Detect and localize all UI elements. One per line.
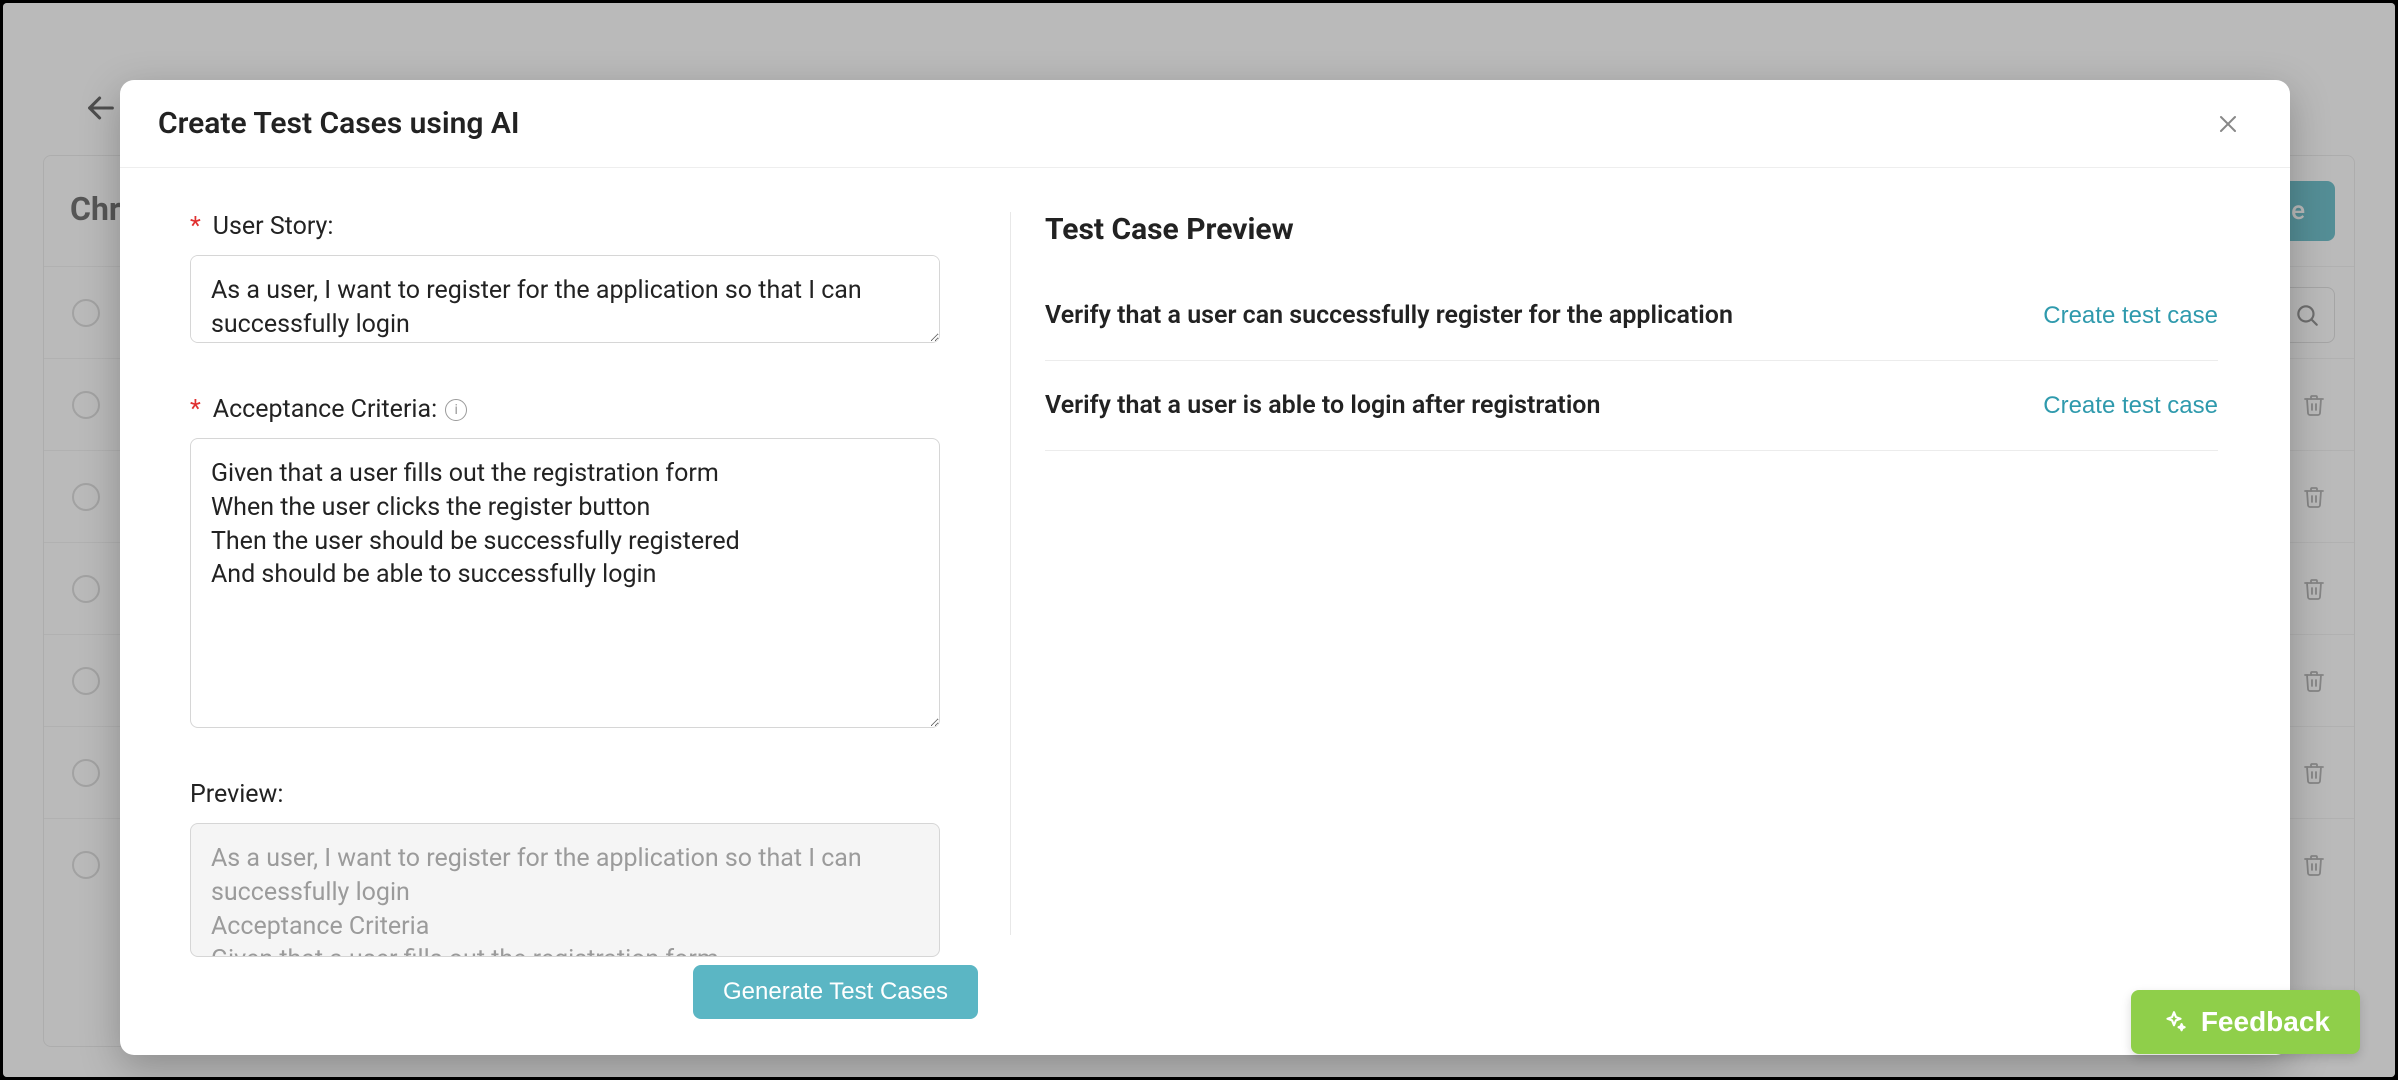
preview-box: As a user, I want to register for the ap… bbox=[190, 823, 940, 957]
test-case-title: Verify that a user can successfully regi… bbox=[1045, 301, 1733, 330]
feedback-label: Feedback bbox=[2201, 1006, 2330, 1038]
required-asterisk: * bbox=[190, 395, 201, 424]
close-icon bbox=[2216, 112, 2240, 136]
create-test-case-link[interactable]: Create test case bbox=[2043, 392, 2218, 420]
user-story-input[interactable] bbox=[190, 255, 940, 343]
create-test-case-link[interactable]: Create test case bbox=[2043, 302, 2218, 330]
preview-column: Test Case Preview Verify that a user can… bbox=[1011, 168, 2290, 1055]
info-icon[interactable]: i bbox=[445, 399, 467, 421]
test-case-row: Verify that a user is able to login afte… bbox=[1045, 361, 2218, 451]
test-case-preview-heading: Test Case Preview bbox=[1045, 212, 2218, 247]
form-column: * User Story: * Acceptance Criteria: i P… bbox=[120, 168, 1010, 1055]
create-test-cases-modal: Create Test Cases using AI * User Story:… bbox=[120, 80, 2290, 1055]
modal-title: Create Test Cases using AI bbox=[158, 106, 520, 141]
feedback-button[interactable]: Feedback bbox=[2131, 990, 2360, 1054]
preview-label: Preview: bbox=[190, 780, 978, 809]
sparkle-icon bbox=[2161, 1009, 2187, 1035]
test-case-row: Verify that a user can successfully regi… bbox=[1045, 287, 2218, 361]
required-asterisk: * bbox=[190, 212, 201, 241]
close-button[interactable] bbox=[2210, 106, 2246, 142]
modal-body: * User Story: * Acceptance Criteria: i P… bbox=[120, 168, 2290, 1055]
user-story-label: * User Story: bbox=[190, 212, 978, 241]
modal-header: Create Test Cases using AI bbox=[120, 80, 2290, 168]
generate-test-cases-button[interactable]: Generate Test Cases bbox=[693, 965, 978, 1019]
test-case-list: Verify that a user can successfully regi… bbox=[1045, 287, 2218, 451]
acceptance-criteria-label: * Acceptance Criteria: i bbox=[190, 395, 978, 424]
acceptance-criteria-input[interactable] bbox=[190, 438, 940, 728]
test-case-title: Verify that a user is able to login afte… bbox=[1045, 391, 1600, 420]
